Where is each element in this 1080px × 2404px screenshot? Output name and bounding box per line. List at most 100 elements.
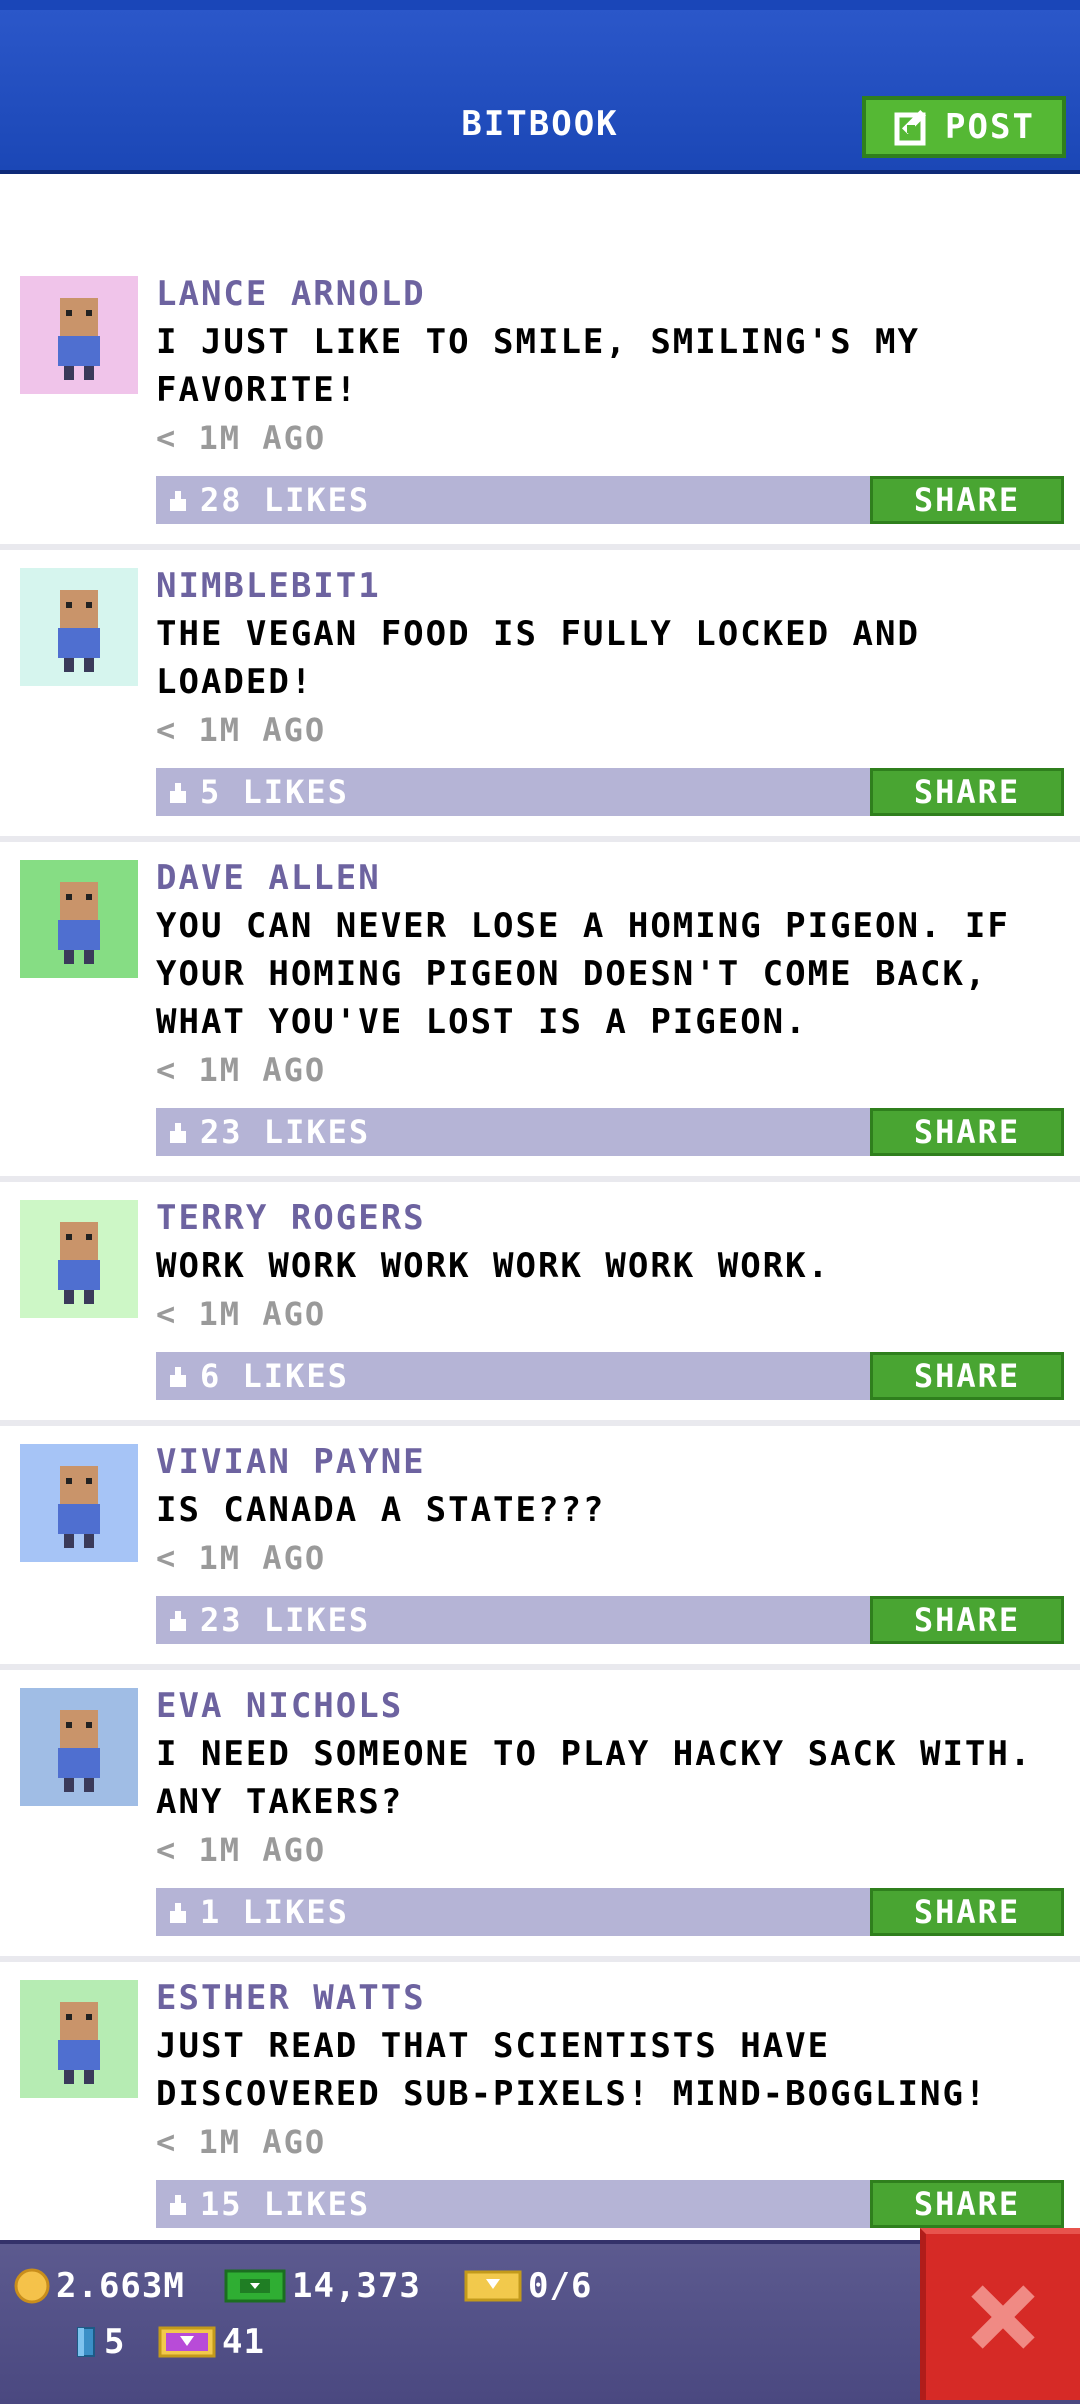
post-author[interactable]: NIMBLEBIT1 xyxy=(156,562,1050,610)
avatar[interactable] xyxy=(20,276,138,394)
post-author[interactable]: DAVE ALLEN xyxy=(156,854,1050,902)
avatar[interactable] xyxy=(20,1688,138,1806)
post-author[interactable]: VIVIAN PAYNE xyxy=(156,1438,1050,1486)
avatar-image xyxy=(20,1688,138,1806)
post-timestamp: < 1M AGO xyxy=(156,1295,327,1333)
post-body: LANCE ARNOLD I JUST LIKE TO SMILE, SMILIN… xyxy=(156,258,1080,524)
share-button[interactable]: SHARE xyxy=(870,1596,1064,1644)
avatar[interactable] xyxy=(20,1200,138,1318)
post-timestamp: < 1M AGO xyxy=(156,711,327,749)
post-text: I JUST LIKE TO SMILE, SMILING'S MY FAVOR… xyxy=(156,322,920,410)
post-text: YOU CAN NEVER LOSE A HOMING PIGEON. IF Y… xyxy=(156,906,1010,1042)
golden-ticket-icon xyxy=(158,2326,216,2358)
share-button[interactable]: SHARE xyxy=(870,476,1064,524)
avatar-image xyxy=(20,1200,138,1318)
share-button[interactable]: SHARE xyxy=(870,768,1064,816)
avatar[interactable] xyxy=(20,1980,138,2098)
thumbs-up-icon xyxy=(170,1367,186,1387)
like-button[interactable]: 23 LIKES xyxy=(156,1113,870,1151)
post-body: ESTHER WATTS JUST READ THAT SCIENTISTS HA… xyxy=(156,1962,1080,2228)
likes-bar: 28 LIKES SHARE xyxy=(156,476,1064,524)
likes-count: 15 LIKES xyxy=(200,2185,371,2223)
like-button[interactable]: 28 LIKES xyxy=(156,481,870,519)
post-author[interactable]: EVA NICHOLS xyxy=(156,1682,1050,1730)
thumbs-up-icon xyxy=(170,1903,186,1923)
feed-post: TERRY ROGERS WORK WORK WORK WORK WORK WOR… xyxy=(0,1182,1080,1426)
post-timestamp: < 1M AGO xyxy=(156,2123,327,2161)
like-button[interactable]: 5 LIKES xyxy=(156,773,870,811)
like-button[interactable]: 23 LIKES xyxy=(156,1601,870,1639)
post-body: TERRY ROGERS WORK WORK WORK WORK WORK WOR… xyxy=(156,1182,1080,1400)
likes-bar: 23 LIKES SHARE xyxy=(156,1108,1064,1156)
post-timestamp: < 1M AGO xyxy=(156,419,327,457)
stats-bar: 2.663M 14,373 0/6 5 41 xyxy=(0,2240,1080,2404)
post-text: WORK WORK WORK WORK WORK WORK. xyxy=(156,1246,831,1286)
thumbs-up-icon xyxy=(170,491,186,511)
bux-stat: 14,373 xyxy=(224,2266,421,2306)
post-button[interactable]: POST xyxy=(862,96,1066,158)
avatar-image xyxy=(20,276,138,394)
edit-icon xyxy=(894,109,927,146)
feed-post: NIMBLEBIT1 THE VEGAN FOOD IS FULLY LOCKED… xyxy=(0,550,1080,842)
like-button[interactable]: 15 LIKES xyxy=(156,2185,870,2223)
likes-count: 5 LIKES xyxy=(200,773,349,811)
post-feed: LANCE ARNOLD I JUST LIKE TO SMILE, SMILIN… xyxy=(0,258,1080,2254)
feed-post: VIVIAN PAYNE IS CANADA A STATE??? < 1M AGO… xyxy=(0,1426,1080,1670)
tickets-stat: 0/6 xyxy=(464,2266,592,2306)
block-icon xyxy=(77,2327,95,2357)
feed-post: DAVE ALLEN YOU CAN NEVER LOSE A HOMING PI… xyxy=(0,842,1080,1182)
post-author[interactable]: TERRY ROGERS xyxy=(156,1194,1050,1242)
thumbs-up-icon xyxy=(170,1123,186,1143)
coins-value: 2.663M xyxy=(56,2266,185,2306)
likes-bar: 5 LIKES SHARE xyxy=(156,768,1064,816)
like-button[interactable]: 6 LIKES xyxy=(156,1357,870,1395)
post-body: EVA NICHOLS I NEED SOMEONE TO PLAY HACKY … xyxy=(156,1670,1080,1936)
likes-count: 23 LIKES xyxy=(200,1113,371,1151)
feed-post: EVA NICHOLS I NEED SOMEONE TO PLAY HACKY … xyxy=(0,1670,1080,1962)
post-text: IS CANADA A STATE??? xyxy=(156,1490,606,1530)
likes-count: 28 LIKES xyxy=(200,481,371,519)
post-author[interactable]: ESTHER WATTS xyxy=(156,1974,1050,2022)
likes-count: 1 LIKES xyxy=(200,1893,349,1931)
feed-post: LANCE ARNOLD I JUST LIKE TO SMILE, SMILIN… xyxy=(0,258,1080,550)
post-timestamp: < 1M AGO xyxy=(156,1051,327,1089)
share-button[interactable]: SHARE xyxy=(870,1108,1064,1156)
thumbs-up-icon xyxy=(170,2195,186,2215)
avatar-image xyxy=(20,860,138,978)
ticket-icon xyxy=(464,2270,522,2302)
avatar[interactable] xyxy=(20,1444,138,1562)
bux-value: 14,373 xyxy=(292,2266,421,2306)
post-timestamp: < 1M AGO xyxy=(156,1539,327,1577)
tickets-value: 0/6 xyxy=(528,2266,593,2306)
avatar[interactable] xyxy=(20,568,138,686)
avatar-image xyxy=(20,568,138,686)
app-header: BITBOOK POST xyxy=(0,0,1080,174)
likes-bar: 23 LIKES SHARE xyxy=(156,1596,1064,1644)
post-author[interactable]: LANCE ARNOLD xyxy=(156,270,1050,318)
blocks-value: 5 xyxy=(104,2322,126,2362)
avatar-image xyxy=(20,1980,138,2098)
close-button[interactable] xyxy=(920,2228,1080,2400)
likes-count: 6 LIKES xyxy=(200,1357,349,1395)
likes-bar: 1 LIKES SHARE xyxy=(156,1888,1064,1936)
close-icon xyxy=(971,2285,1035,2349)
like-button[interactable]: 1 LIKES xyxy=(156,1893,870,1931)
post-body: VIVIAN PAYNE IS CANADA A STATE??? < 1M AGO… xyxy=(156,1426,1080,1644)
likes-count: 23 LIKES xyxy=(200,1601,371,1639)
post-text: THE VEGAN FOOD IS FULLY LOCKED AND LOADE… xyxy=(156,614,920,702)
feed-post: ESTHER WATTS JUST READ THAT SCIENTISTS HA… xyxy=(0,1962,1080,2254)
post-body: DAVE ALLEN YOU CAN NEVER LOSE A HOMING PI… xyxy=(156,842,1080,1156)
share-button[interactable]: SHARE xyxy=(870,1352,1064,1400)
share-button[interactable]: SHARE xyxy=(870,2180,1064,2228)
likes-bar: 6 LIKES SHARE xyxy=(156,1352,1064,1400)
share-button[interactable]: SHARE xyxy=(870,1888,1064,1936)
post-text: JUST READ THAT SCIENTISTS HAVE DISCOVERE… xyxy=(156,2026,988,2114)
special-value: 41 xyxy=(222,2322,265,2362)
coin-icon xyxy=(14,2268,50,2304)
special-stat: 41 xyxy=(158,2322,265,2362)
blocks-stat: 5 xyxy=(74,2322,125,2362)
avatar[interactable] xyxy=(20,860,138,978)
post-text: I NEED SOMEONE TO PLAY HACKY SACK WITH. … xyxy=(156,1734,1033,1822)
bux-icon xyxy=(224,2269,286,2303)
thumbs-up-icon xyxy=(170,1611,186,1631)
